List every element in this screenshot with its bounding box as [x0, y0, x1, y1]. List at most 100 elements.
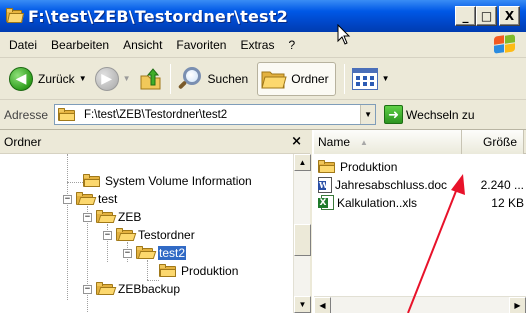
chevron-down-icon[interactable]: ▼	[382, 74, 390, 83]
forward-arrow-icon: ▶	[94, 66, 119, 91]
column-header-size[interactable]: Größe	[462, 130, 524, 154]
minimize-button[interactable]: _	[455, 6, 476, 26]
up-folder-button[interactable]	[136, 62, 166, 96]
windows-logo-icon	[494, 34, 516, 54]
scrollbar-thumb[interactable]	[294, 224, 311, 256]
tree-item-label: ZEBbackup	[118, 282, 181, 296]
file-name: Produktion	[340, 160, 398, 174]
views-icon	[351, 67, 378, 90]
back-arrow-icon: ◀	[9, 66, 33, 91]
collapse-icon[interactable]: −	[83, 284, 92, 294]
maximize-button[interactable]: □	[476, 6, 497, 26]
menu-bar: Datei Bearbeiten Ansicht Favoriten Extra…	[0, 32, 526, 58]
tree-item-label: Testordner	[138, 228, 195, 242]
toolbar: ◀ Zurück ▼ ▶ ▼ Suchen Ordner ▼	[0, 58, 526, 100]
excel-document-icon: X	[318, 195, 334, 211]
file-list-scrollbar[interactable]: ◀ ▶	[314, 296, 526, 313]
scroll-right-icon[interactable]: ▶	[509, 297, 526, 313]
search-button[interactable]: Suchen	[175, 62, 252, 96]
folders-panel-title: Ordner	[4, 134, 42, 149]
menu-ansicht[interactable]: Ansicht	[116, 38, 169, 52]
file-size: 2.240 ...	[480, 178, 524, 192]
file-size: 12 KB	[491, 196, 524, 210]
search-label: Suchen	[207, 71, 249, 86]
tree-item-zeb[interactable]: − ZEB	[83, 208, 141, 226]
tree-item-label: ZEB	[118, 210, 142, 224]
back-button[interactable]: ◀ Zurück ▼	[6, 62, 92, 96]
column-header-size-label: Größe	[482, 135, 517, 149]
tree-item-label: System Volume Information	[105, 174, 252, 188]
folder-tree[interactable]: System Volume Information − test − ZEB −…	[0, 154, 293, 313]
views-button[interactable]: ▼	[349, 62, 395, 96]
sort-ascending-icon: ▲	[360, 137, 368, 147]
folder-open-icon	[76, 192, 97, 206]
folder-open-icon	[96, 210, 117, 224]
collapse-icon[interactable]: −	[83, 212, 92, 222]
folder-open-icon	[136, 246, 157, 260]
chevron-down-icon[interactable]: ▼	[79, 74, 87, 83]
column-headers: Name ▲ Größe	[314, 130, 526, 154]
tree-item-testordner[interactable]: − Testordner	[103, 226, 195, 244]
tree-item-test2[interactable]: − test2	[123, 244, 187, 262]
address-value: F:\test\ZEB\Testordner\test2	[84, 108, 228, 121]
address-bar: Adresse F:\test\ZEB\Testordner\test2 ▼ ➜…	[0, 100, 526, 130]
file-row[interactable]: X Kalkulation..xls 12 KB	[314, 194, 526, 212]
folders-panel-header: Ordner ×	[0, 130, 310, 154]
go-button[interactable]: ➜ Wechseln zu	[384, 105, 475, 124]
window-controls: _ □ X	[455, 6, 520, 26]
column-header-name-label: Name	[318, 135, 351, 149]
menu-datei[interactable]: Datei	[2, 38, 44, 52]
tree-item-test[interactable]: − test	[63, 190, 117, 208]
scroll-left-icon[interactable]: ◀	[314, 297, 331, 313]
close-icon[interactable]: ×	[291, 134, 302, 149]
file-row[interactable]: Produktion	[314, 158, 526, 176]
go-label: Wechseln zu	[406, 107, 475, 122]
scroll-down-icon[interactable]: ▼	[294, 296, 311, 313]
menu-extras[interactable]: Extras	[233, 38, 281, 52]
tree-item-zebbackup[interactable]: − ZEBbackup	[83, 280, 180, 298]
collapse-icon[interactable]: −	[103, 230, 112, 240]
tree-item-label-selected: test2	[158, 246, 187, 260]
file-list-panel: Name ▲ Größe Produktion W Jahresabschlus…	[314, 130, 526, 313]
address-input[interactable]: F:\test\ZEB\Testordner\test2 ▼	[54, 104, 377, 125]
file-name: Kalkulation..xls	[337, 196, 418, 210]
file-row[interactable]: W Jahresabschluss.doc 2.240 ...	[314, 176, 526, 194]
menu-bearbeiten[interactable]: Bearbeiten	[44, 38, 116, 52]
file-name: Jahresabschluss.doc	[335, 178, 448, 192]
address-label: Adresse	[4, 107, 49, 122]
tree-item-system-volume-information[interactable]: System Volume Information	[83, 172, 252, 190]
menu-help[interactable]: ?	[281, 38, 302, 52]
chevron-down-icon[interactable]: ▼	[123, 74, 131, 83]
toolbar-separator	[343, 63, 345, 94]
folders-label: Ordner	[291, 71, 329, 86]
word-document-icon: W	[318, 177, 332, 193]
forward-button[interactable]: ▶ ▼	[92, 62, 136, 96]
folder-open-icon	[116, 228, 137, 242]
chevron-down-icon[interactable]: ▼	[360, 105, 376, 124]
close-button[interactable]: X	[499, 6, 520, 26]
window-title: F:\test\ZEB\Testordner\test2	[28, 6, 288, 26]
go-arrow-icon: ➜	[384, 105, 404, 124]
folder-icon	[159, 264, 177, 278]
column-header-name[interactable]: Name ▲	[314, 130, 462, 154]
menu-favoriten[interactable]: Favoriten	[169, 38, 233, 52]
up-folder-icon	[139, 67, 163, 91]
collapse-icon[interactable]: −	[123, 248, 132, 258]
back-label: Zurück	[38, 71, 75, 86]
tree-item-label: Produktion	[181, 264, 239, 278]
folder-icon	[6, 8, 25, 24]
folders-button[interactable]: Ordner	[257, 61, 336, 96]
collapse-icon[interactable]: −	[63, 194, 72, 204]
folder-tree-scrollbar[interactable]: ▲ ▼	[293, 154, 311, 313]
scroll-up-icon[interactable]: ▲	[294, 154, 311, 171]
title-bar[interactable]: F:\test\ZEB\Testordner\test2 _ □ X	[0, 0, 526, 32]
tree-item-produktion[interactable]: Produktion	[159, 262, 238, 280]
folders-panel: Ordner × System Volume Information − tes…	[0, 130, 312, 313]
folder-open-icon	[96, 282, 117, 296]
folder-icon	[318, 160, 336, 174]
mouse-cursor-icon	[337, 24, 351, 45]
folder-icon	[58, 107, 76, 122]
toolbar-separator	[169, 63, 171, 94]
search-icon	[177, 66, 204, 92]
folder-icon	[261, 68, 287, 90]
